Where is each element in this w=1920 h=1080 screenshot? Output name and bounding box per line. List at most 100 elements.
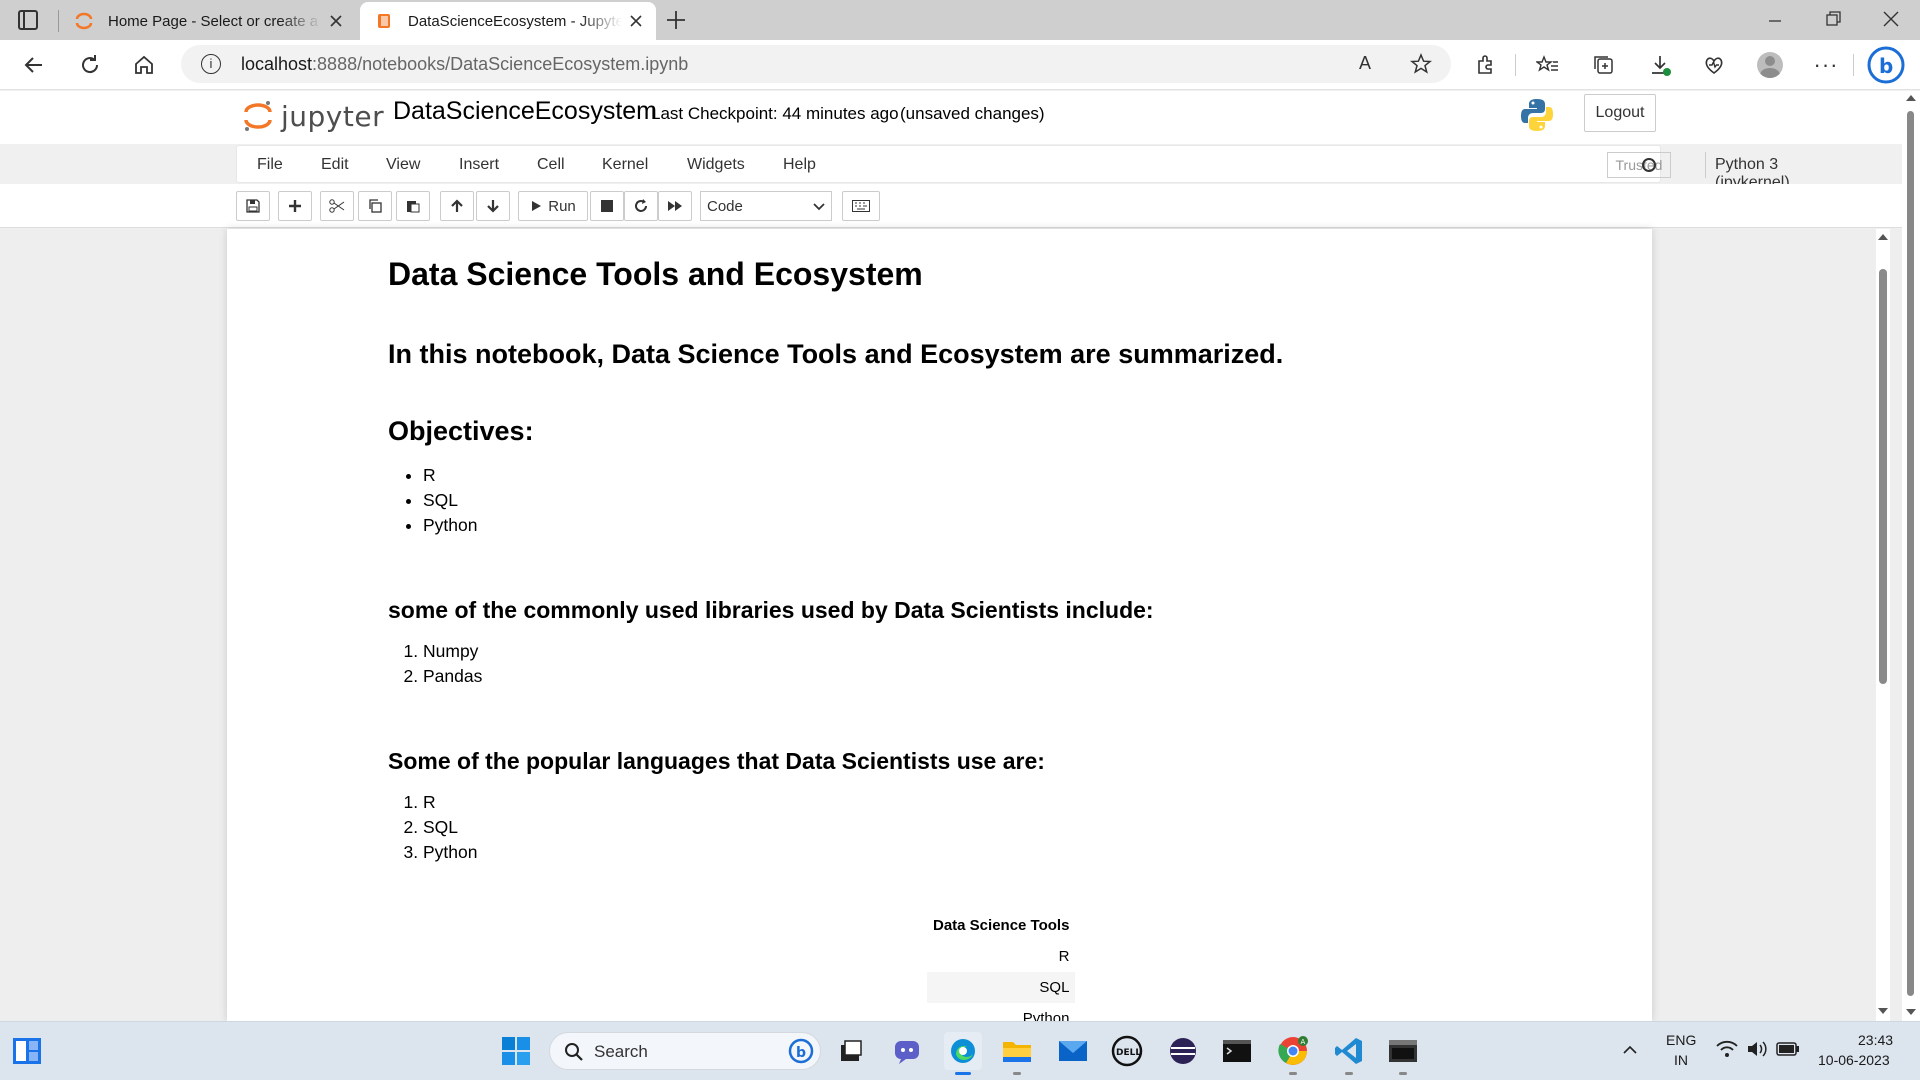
- kernel-separator: [1705, 152, 1706, 178]
- close-window-icon[interactable]: [1882, 10, 1900, 28]
- close-tab-icon[interactable]: [622, 7, 650, 35]
- chrome-icon[interactable]: A: [1274, 1032, 1312, 1070]
- notebook-name[interactable]: DataScienceEcosystem: [393, 97, 657, 126]
- search-icon: [565, 1043, 583, 1061]
- menu-file[interactable]: File: [257, 156, 283, 174]
- tab-actions-icon[interactable]: [18, 10, 38, 30]
- languages-heading[interactable]: Some of the popular languages that Data …: [388, 748, 1045, 775]
- jupyter-logo[interactable]: jupyter: [243, 98, 384, 134]
- menu-insert[interactable]: Insert: [459, 156, 499, 174]
- scroll-up-arrow-icon[interactable]: [1877, 233, 1889, 241]
- move-up-button[interactable]: [440, 191, 474, 221]
- tab-separator: [58, 10, 59, 32]
- refresh-icon[interactable]: [74, 49, 106, 81]
- notebook-toolbar: Run: [0, 184, 1920, 228]
- copy-button[interactable]: [358, 191, 392, 221]
- kernel-idle-indicator-icon: [1642, 158, 1656, 172]
- scroll-up-arrow-icon[interactable]: [1905, 94, 1917, 102]
- insert-cell-button[interactable]: [278, 191, 312, 221]
- menu-view[interactable]: View: [386, 156, 420, 174]
- markdown-intro[interactable]: In this notebook, Data Science Tools and…: [388, 339, 1283, 370]
- objectives-list: R SQL Python: [423, 463, 477, 538]
- unsaved-status: (unsaved changes): [900, 104, 1045, 123]
- profile-avatar-icon[interactable]: [1754, 49, 1786, 81]
- terminal-icon[interactable]: [1218, 1032, 1256, 1070]
- interrupt-button[interactable]: [590, 191, 624, 221]
- cell-type-select[interactable]: Code: [700, 191, 832, 221]
- tab-home-page[interactable]: Home Page - Select or create a notebook: [62, 2, 356, 40]
- svg-text:DELL: DELL: [1116, 1048, 1141, 1058]
- language-region[interactable]: IN: [1674, 1052, 1688, 1068]
- scroll-down-arrow-icon[interactable]: [1905, 1008, 1917, 1016]
- clock-time[interactable]: 23:43: [1858, 1032, 1893, 1048]
- mail-icon[interactable]: [1054, 1032, 1092, 1070]
- minimize-icon[interactable]: [1766, 12, 1784, 30]
- save-button[interactable]: [236, 191, 270, 221]
- trusted-indicator[interactable]: Trusted: [1607, 152, 1671, 178]
- page-scrollbar[interactable]: [1902, 91, 1920, 1021]
- logout-button[interactable]: Logout: [1584, 94, 1656, 132]
- paste-button[interactable]: [396, 191, 430, 221]
- restart-run-all-button[interactable]: [658, 191, 692, 221]
- keyboard-icon: [852, 200, 870, 212]
- volume-icon[interactable]: [1746, 1040, 1768, 1063]
- extensions-icon[interactable]: [1470, 49, 1502, 81]
- list-item: SQL: [423, 488, 477, 513]
- home-icon[interactable]: [128, 49, 160, 81]
- menu-cell[interactable]: Cell: [537, 156, 565, 174]
- show-hidden-icons-chevron-icon[interactable]: [1622, 1042, 1638, 1063]
- clock-date[interactable]: 10-06-2023: [1818, 1052, 1890, 1068]
- edge-browser-icon[interactable]: [944, 1032, 982, 1070]
- file-explorer-icon[interactable]: [998, 1032, 1036, 1070]
- start-windows-icon[interactable]: [497, 1032, 535, 1070]
- new-tab-icon[interactable]: [664, 8, 688, 32]
- move-down-button[interactable]: [476, 191, 510, 221]
- eclipse-icon[interactable]: [1164, 1032, 1202, 1070]
- notebook-scroll-thumb[interactable]: [1879, 269, 1887, 684]
- task-view-icon[interactable]: [832, 1032, 870, 1070]
- site-info-icon[interactable]: i: [201, 54, 221, 74]
- back-arrow-icon[interactable]: [18, 49, 50, 81]
- tab-notebook[interactable]: DataScienceEcosystem - Jupyter Notebook: [360, 2, 656, 40]
- address-bar[interactable]: i localhost:8888/notebooks/DataScienceEc…: [181, 45, 1451, 83]
- dell-icon[interactable]: DELL: [1108, 1032, 1146, 1070]
- markdown-title[interactable]: Data Science Tools and Ecosystem: [388, 256, 923, 293]
- objectives-heading[interactable]: Objectives:: [388, 416, 534, 447]
- cut-button[interactable]: [320, 191, 354, 221]
- notebook-scrollbar[interactable]: [1876, 229, 1890, 1021]
- run-button[interactable]: Run: [518, 191, 588, 221]
- app-running-indicator: [1345, 1072, 1353, 1075]
- collections-icon[interactable]: [1588, 49, 1620, 81]
- language-code[interactable]: ENG: [1666, 1032, 1696, 1048]
- command-palette-button[interactable]: [842, 191, 880, 221]
- table-cell: SQL: [927, 972, 1076, 1003]
- menu-kernel[interactable]: Kernel: [602, 156, 648, 174]
- url-text[interactable]: localhost:8888/notebooks/DataScienceEcos…: [241, 54, 688, 75]
- favorites-icon[interactable]: [1532, 49, 1564, 81]
- vscode-icon[interactable]: [1330, 1032, 1368, 1070]
- list-item: Numpy: [423, 639, 482, 664]
- close-tab-icon[interactable]: [322, 7, 350, 35]
- restore-icon[interactable]: [1824, 10, 1842, 28]
- menu-edit[interactable]: Edit: [321, 156, 349, 174]
- page-scroll-thumb[interactable]: [1907, 111, 1914, 996]
- read-aloud-icon[interactable]: A: [1359, 53, 1371, 74]
- list-item: R: [423, 790, 477, 815]
- console-app-icon[interactable]: [1384, 1032, 1422, 1070]
- wifi-icon[interactable]: [1716, 1040, 1738, 1063]
- menu-help[interactable]: Help: [783, 156, 816, 174]
- battery-icon[interactable]: [1776, 1042, 1800, 1061]
- more-options-icon[interactable]: ···: [1810, 49, 1842, 81]
- downloads-icon[interactable]: [1644, 49, 1676, 81]
- taskbar-search-box[interactable]: Search b: [549, 1032, 821, 1070]
- search-placeholder: Search: [594, 1042, 648, 1061]
- restart-button[interactable]: [624, 191, 658, 221]
- scroll-down-arrow-icon[interactable]: [1877, 1007, 1889, 1015]
- teams-chat-icon[interactable]: [888, 1032, 926, 1070]
- widgets-icon[interactable]: [8, 1032, 46, 1070]
- favorite-star-icon[interactable]: [1409, 52, 1433, 81]
- bing-copilot-icon[interactable]: b: [1866, 45, 1906, 85]
- menu-widgets[interactable]: Widgets: [687, 156, 745, 174]
- libraries-heading[interactable]: some of the commonly used libraries used…: [388, 597, 1154, 624]
- browser-essentials-icon[interactable]: [1698, 49, 1730, 81]
